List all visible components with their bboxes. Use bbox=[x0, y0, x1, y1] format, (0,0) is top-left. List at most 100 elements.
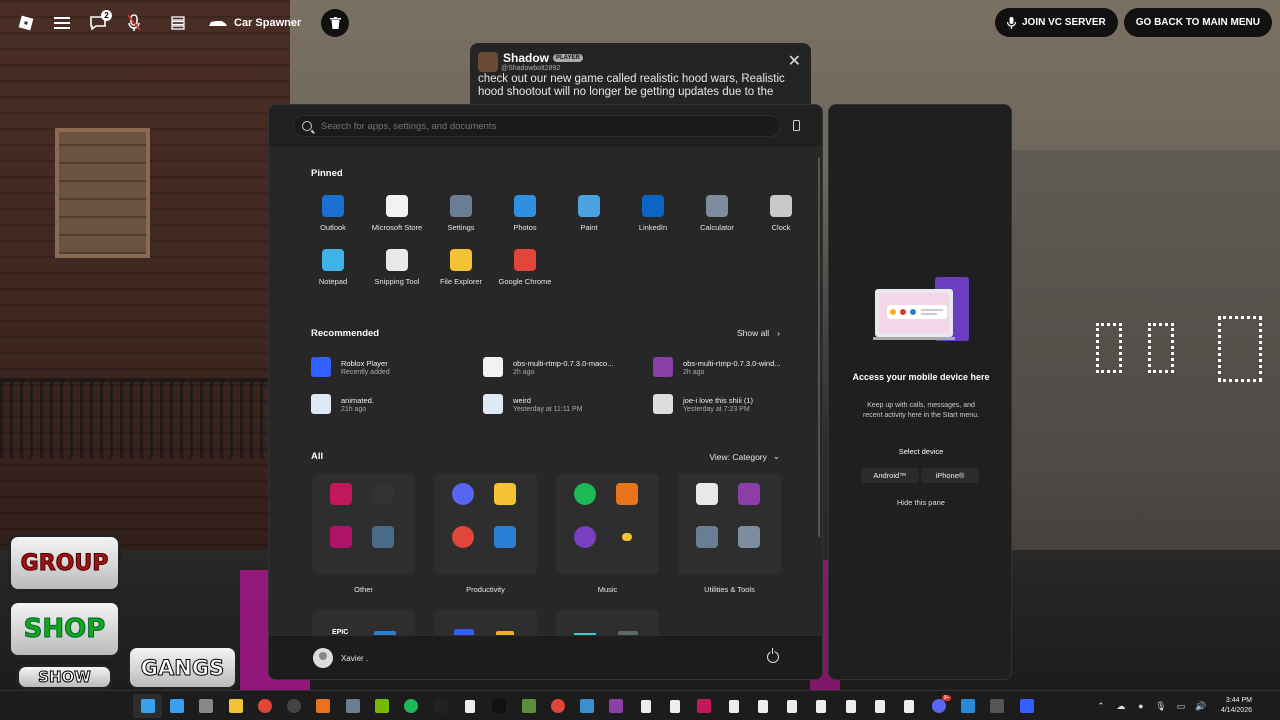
android-button[interactable]: Android™ bbox=[861, 468, 919, 483]
taskbar-app-button[interactable] bbox=[279, 694, 308, 718]
taskbar-app-button[interactable] bbox=[836, 694, 865, 718]
category-folder[interactable] bbox=[434, 473, 537, 575]
notification-message: check out our new game called realistic … bbox=[478, 73, 785, 98]
taskbar-app-button[interactable] bbox=[162, 694, 191, 718]
taskbar-app-button[interactable] bbox=[397, 694, 426, 718]
power-icon[interactable] bbox=[767, 648, 779, 663]
recommended-item[interactable]: animated. 21h ago bbox=[311, 394, 481, 414]
taskbar-app-button[interactable] bbox=[543, 694, 572, 718]
taskbar-app-button[interactable] bbox=[983, 694, 1012, 718]
taskbar-app-button[interactable] bbox=[895, 694, 924, 718]
taskbar-app-button[interactable] bbox=[953, 694, 982, 718]
roblox-logo-icon[interactable] bbox=[8, 8, 44, 38]
category-folder[interactable] bbox=[556, 473, 659, 575]
taskbar-app-button[interactable] bbox=[719, 694, 748, 718]
task-view-icon bbox=[199, 699, 214, 713]
join-vc-button[interactable]: JOIN VC SERVER bbox=[995, 8, 1118, 37]
category-folder[interactable] bbox=[678, 473, 781, 575]
taskbar-app-button[interactable] bbox=[192, 694, 221, 718]
search-bar[interactable] bbox=[293, 115, 781, 137]
category-icons bbox=[444, 483, 527, 548]
network-icon[interactable]: ▭ bbox=[1171, 691, 1191, 720]
pinned-app-label: Settings bbox=[447, 223, 475, 232]
recommended-item[interactable]: obs-multi-rtmp-0.7.3.0-wind... 2h ago bbox=[653, 357, 822, 377]
pinned-app[interactable]: Clock bbox=[749, 195, 813, 232]
pinned-app[interactable]: Snipping Tool bbox=[365, 249, 429, 286]
menu-icon[interactable] bbox=[44, 8, 80, 38]
pinned-app[interactable]: File Explorer bbox=[429, 249, 493, 286]
chevron-up-icon[interactable]: ⌃ bbox=[1091, 691, 1111, 720]
taskbar-app-button[interactable] bbox=[1012, 694, 1041, 718]
taskbar-app-button[interactable] bbox=[807, 694, 836, 718]
taskbar-app-button[interactable] bbox=[572, 694, 601, 718]
volume-icon[interactable]: 🔊 bbox=[1191, 691, 1211, 720]
user-avatar[interactable] bbox=[313, 648, 333, 668]
hide-pane-button[interactable]: Hide this pane bbox=[829, 498, 1013, 507]
view-category-dropdown[interactable]: View: Category ⌄ bbox=[709, 451, 780, 462]
spotify-icon bbox=[404, 699, 419, 713]
taskbar-app-button[interactable] bbox=[455, 694, 484, 718]
file-icon bbox=[728, 699, 739, 713]
microphone-icon[interactable]: 🎙 bbox=[1151, 691, 1171, 720]
media-player-icon bbox=[574, 526, 596, 548]
pinned-app[interactable]: Calculator bbox=[685, 195, 749, 232]
taskbar-app-button[interactable] bbox=[338, 694, 367, 718]
pinned-app[interactable]: Microsoft Store bbox=[365, 195, 429, 232]
search-input[interactable] bbox=[321, 120, 761, 132]
taskbar-app-button[interactable] bbox=[133, 694, 163, 718]
pinned-app[interactable]: Settings bbox=[429, 195, 493, 232]
microphone-muted-icon[interactable] bbox=[116, 8, 152, 38]
pinned-app[interactable]: Photos bbox=[493, 195, 557, 232]
pinned-app[interactable]: Paint bbox=[557, 195, 621, 232]
show-button[interactable]: SHOW bbox=[16, 664, 113, 690]
taskbar-app-button[interactable] bbox=[778, 694, 807, 718]
taskbar-app-button[interactable] bbox=[602, 694, 631, 718]
pinned-app-label: Paint bbox=[580, 223, 598, 232]
chat-notification[interactable]: Shadow PLAYER @Shadowbolt2892 ✕ check ou… bbox=[470, 43, 811, 113]
app-icon[interactable]: ● bbox=[1131, 691, 1151, 720]
scrollbar[interactable] bbox=[818, 157, 820, 537]
taskbar-app-button[interactable] bbox=[485, 694, 514, 718]
taskbar-app-button[interactable] bbox=[690, 694, 719, 718]
taskbar-app-button[interactable] bbox=[367, 694, 396, 718]
show-all-button[interactable]: Show all › bbox=[737, 328, 780, 338]
taskbar-app-button[interactable] bbox=[865, 694, 894, 718]
server-list-icon[interactable] bbox=[160, 8, 196, 38]
gangs-button[interactable]: GANGS bbox=[127, 645, 238, 690]
user-name[interactable]: Xavier . bbox=[341, 654, 368, 663]
main-menu-button[interactable]: GO BACK TO MAIN MENU bbox=[1123, 8, 1272, 37]
taskbar-app-button[interactable]: 9+ bbox=[924, 694, 953, 718]
pinned-app[interactable]: LinkedIn bbox=[621, 195, 685, 232]
phone-link-icon[interactable] bbox=[793, 120, 800, 131]
taskbar-app-button[interactable] bbox=[221, 694, 250, 718]
taskbar-app-button[interactable] bbox=[250, 694, 279, 718]
taskbar-app-button[interactable] bbox=[660, 694, 689, 718]
recommended-item[interactable]: weird Yesterday at 11:11 PM bbox=[483, 394, 653, 414]
recommended-item[interactable]: Roblox Player Recently added bbox=[311, 357, 481, 377]
car-spawner-button[interactable]: Car Spawner bbox=[208, 17, 301, 29]
taskbar-app-button[interactable] bbox=[631, 694, 660, 718]
xbox-icon bbox=[990, 699, 1005, 713]
group-button[interactable]: GROUP bbox=[8, 534, 121, 592]
iphone-button[interactable]: iPhone® bbox=[921, 468, 979, 483]
taskbar-app-button[interactable] bbox=[514, 694, 543, 718]
recommended-item[interactable]: obs-multi-rtmp-0.7.3.0-maco... 2h ago bbox=[483, 357, 653, 377]
clock[interactable]: 3:44 PM 4/14/2026 bbox=[1221, 696, 1252, 716]
pinned-app[interactable]: Notepad bbox=[301, 249, 365, 286]
pinned-app[interactable]: Outlook bbox=[301, 195, 365, 232]
taskbar-app-button[interactable] bbox=[748, 694, 777, 718]
pinned-app[interactable]: Google Chrome bbox=[493, 249, 557, 286]
onedrive-icon[interactable]: ☁ bbox=[1111, 691, 1131, 720]
close-icon[interactable]: ✕ bbox=[788, 51, 801, 71]
shop-button[interactable]: SHOP bbox=[8, 600, 121, 658]
taskbar-app-button[interactable] bbox=[309, 694, 338, 718]
category-label: Productivity bbox=[466, 585, 505, 594]
gear-icon bbox=[450, 195, 472, 217]
taskbar-app-button[interactable] bbox=[426, 694, 455, 718]
lit-window-frame bbox=[1096, 323, 1122, 373]
category-folder[interactable] bbox=[312, 473, 415, 575]
chat-icon[interactable]: 2 bbox=[80, 8, 116, 38]
trash-button[interactable] bbox=[321, 9, 350, 37]
phone-pane-description: Keep up with calls, messages, and recent… bbox=[863, 402, 979, 419]
recommended-item[interactable]: joe-i love this shiii (1) Yesterday at 7:… bbox=[653, 394, 822, 414]
